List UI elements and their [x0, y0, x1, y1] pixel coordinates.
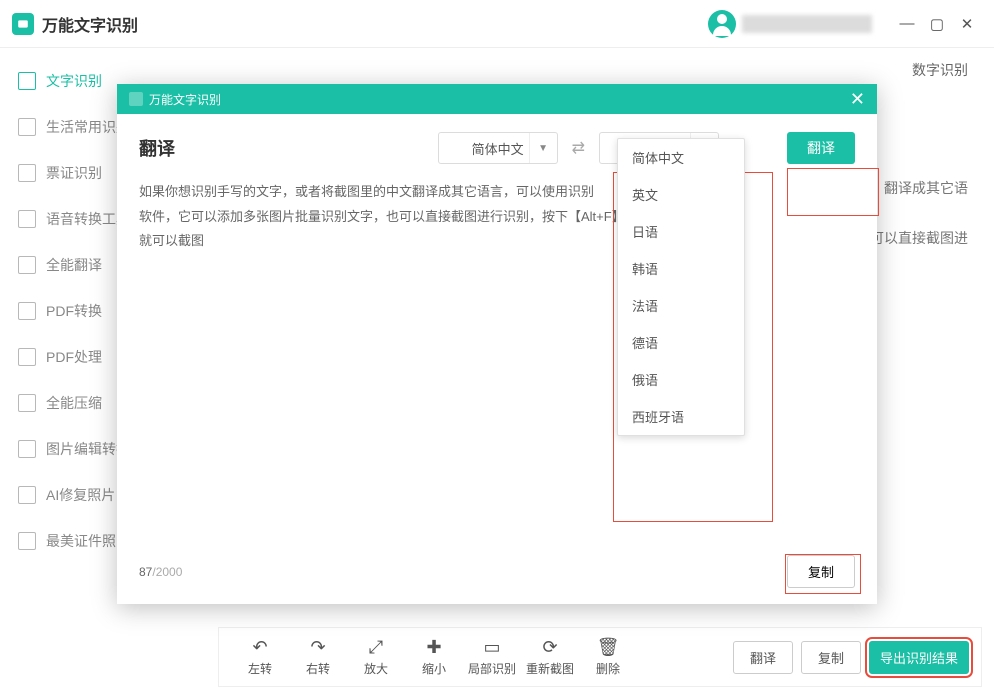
language-option[interactable]: 法语 — [618, 287, 744, 324]
select-value: 简体中文 — [472, 139, 524, 158]
translate-modal: 万能文字识别 ✕ 翻译 简体中文 ▼ ⇄ 英文 ▲ 翻译 如果你想识别手写的文字… — [117, 84, 877, 604]
do-translate-button[interactable]: 翻译 — [787, 132, 855, 164]
modal-footer: 87/2000 复制 — [117, 547, 877, 604]
language-option[interactable]: 德语 — [618, 324, 744, 361]
language-option[interactable]: 韩语 — [618, 250, 744, 287]
close-icon[interactable]: ✕ — [850, 89, 865, 110]
char-current: 87 — [139, 565, 152, 579]
char-max: /2000 — [152, 565, 182, 579]
modal-logo — [129, 92, 143, 106]
modal-body: 如果你想识别手写的文字，或者将截图里的中文翻译成其它语言，可以使用识别 软件，它… — [117, 174, 877, 547]
source-language-select[interactable]: 简体中文 ▼ — [438, 132, 558, 164]
modal-overlay: 万能文字识别 ✕ 翻译 简体中文 ▼ ⇄ 英文 ▲ 翻译 如果你想识别手写的文字… — [0, 0, 994, 699]
modal-toolbar: 翻译 简体中文 ▼ ⇄ 英文 ▲ 翻译 — [117, 114, 877, 174]
swap-icon[interactable]: ⇄ — [572, 138, 585, 158]
language-option[interactable]: 西班牙语 — [618, 398, 744, 435]
char-count: 87/2000 — [139, 565, 182, 579]
language-dropdown: 简体中文 英文 日语 韩语 法语 德语 俄语 西班牙语 — [617, 138, 745, 436]
chevron-down-icon: ▼ — [529, 133, 557, 163]
translate-heading: 翻译 — [139, 135, 175, 161]
modal-copy-button[interactable]: 复制 — [787, 555, 855, 588]
language-option[interactable]: 日语 — [618, 213, 744, 250]
language-option[interactable]: 简体中文 — [618, 139, 744, 176]
language-option[interactable]: 俄语 — [618, 361, 744, 398]
source-text-area[interactable]: 如果你想识别手写的文字，或者将截图里的中文翻译成其它语言，可以使用识别 软件，它… — [139, 174, 855, 539]
modal-header: 万能文字识别 ✕ — [117, 84, 877, 114]
language-option[interactable]: 英文 — [618, 176, 744, 213]
modal-title-text: 万能文字识别 — [149, 91, 221, 108]
